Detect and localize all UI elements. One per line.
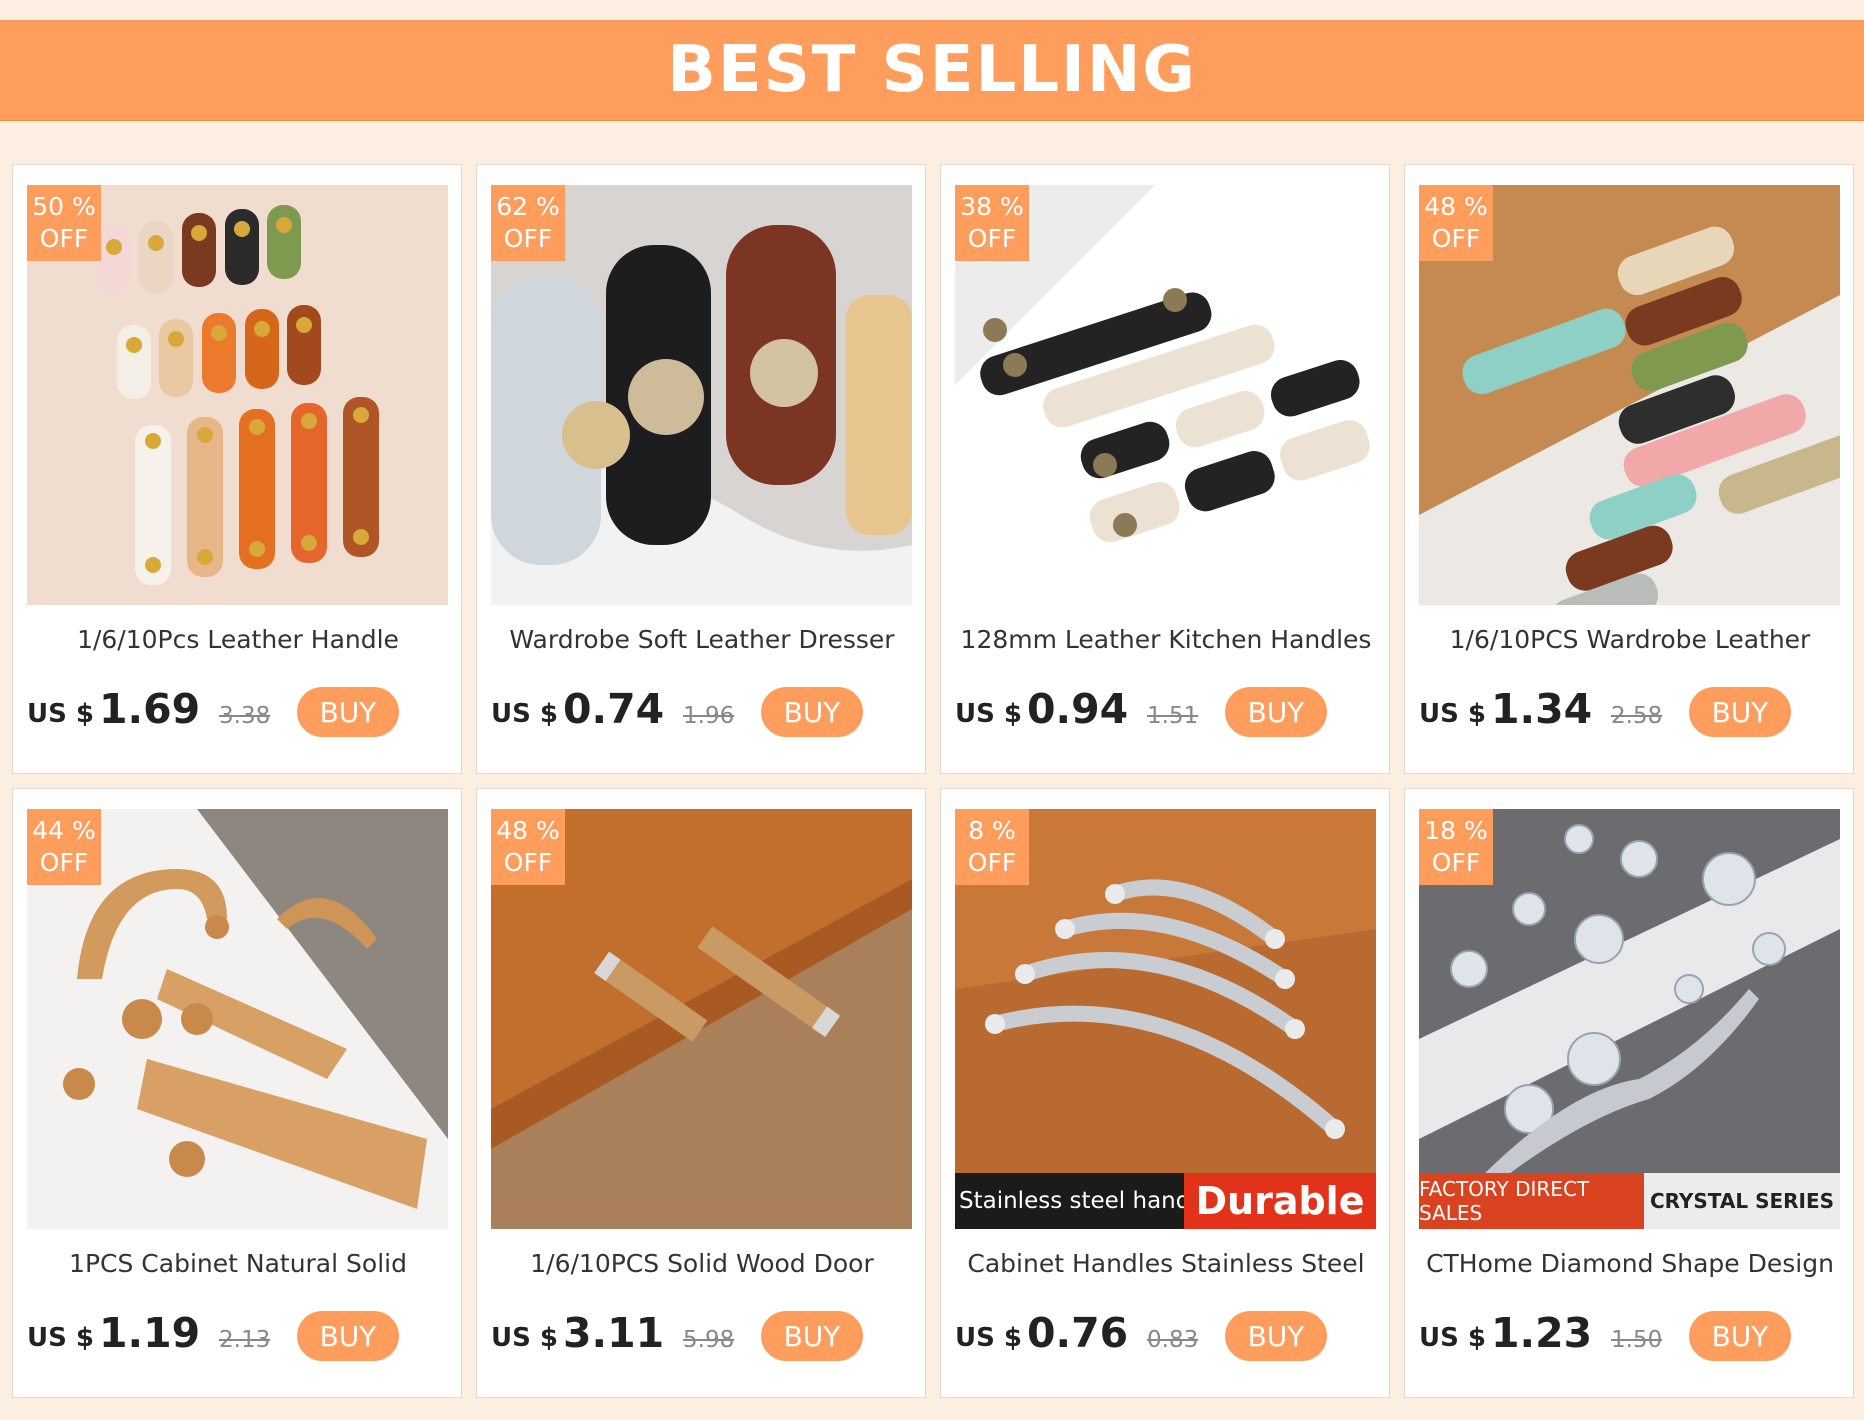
discount-percent: 48 % — [1424, 192, 1488, 221]
discount-badge: 48 % OFF — [491, 809, 565, 885]
sale-price: 0.94 — [1027, 685, 1129, 733]
product-card[interactable]: 62 % OFF Wardrobe Soft Leather Dresser U… — [476, 164, 926, 774]
product-card[interactable]: 44 % OFF 1PCS Cabinet Natural Solid US $… — [12, 788, 462, 1398]
currency-label: US $ — [491, 699, 558, 729]
discount-off-label: OFF — [1431, 224, 1481, 253]
buy-button[interactable]: BUY — [1689, 687, 1791, 737]
buy-button[interactable]: BUY — [1225, 687, 1327, 737]
discount-badge: 62 % OFF — [491, 185, 565, 261]
sale-price: 0.76 — [1027, 1309, 1129, 1357]
original-price: 2.13 — [219, 1327, 271, 1353]
promo-left-text: FACTORY DIRECT SALES — [1419, 1173, 1644, 1229]
currency-label: US $ — [1419, 1323, 1486, 1353]
discount-badge: 38 % OFF — [955, 185, 1029, 261]
discount-off-label: OFF — [39, 848, 89, 877]
product-card[interactable]: 48 % OFF 1/6/10PCS Wardrobe Leather US $… — [1404, 164, 1854, 774]
product-title[interactable]: 1/6/10PCS Solid Wood Door — [477, 1249, 927, 1278]
product-card[interactable]: FACTORY DIRECT SALES CRYSTAL SERIES 18 %… — [1404, 788, 1854, 1398]
discount-off-label: OFF — [39, 224, 89, 253]
currency-label: US $ — [27, 699, 94, 729]
discount-off-label: OFF — [503, 848, 553, 877]
price-row: US $ 1.69 3.38 BUY — [27, 685, 457, 745]
price-row: US $ 1.23 1.50 BUY — [1419, 1309, 1849, 1369]
original-price: 5.98 — [683, 1327, 735, 1353]
currency-label: US $ — [27, 1323, 94, 1353]
product-image[interactable]: FACTORY DIRECT SALES CRYSTAL SERIES 18 %… — [1419, 809, 1840, 1229]
discount-percent: 38 % — [960, 192, 1024, 221]
product-image[interactable]: 62 % OFF — [491, 185, 912, 605]
discount-percent: 8 % — [968, 816, 1016, 845]
product-image[interactable]: 48 % OFF — [491, 809, 912, 1229]
sale-price: 1.34 — [1491, 685, 1593, 733]
product-title[interactable]: 1/6/10PCS Wardrobe Leather — [1405, 625, 1855, 654]
discount-off-label: OFF — [503, 224, 553, 253]
product-image[interactable]: 44 % OFF — [27, 809, 448, 1229]
product-title[interactable]: 128mm Leather Kitchen Handles — [941, 625, 1391, 654]
buy-button[interactable]: BUY — [297, 687, 399, 737]
discount-badge: 50 % OFF — [27, 185, 101, 261]
product-title[interactable]: 1/6/10Pcs Leather Handle — [13, 625, 463, 654]
promo-left-text: Stainless steel handle — [955, 1173, 1211, 1229]
promo-strip: FACTORY DIRECT SALES CRYSTAL SERIES — [1419, 1173, 1840, 1229]
buy-button[interactable]: BUY — [1225, 1311, 1327, 1361]
sale-price: 3.11 — [563, 1309, 665, 1357]
product-image[interactable]: Stainless steel handle Durable 8 % OFF — [955, 809, 1376, 1229]
price-row: US $ 0.76 0.83 BUY — [955, 1309, 1385, 1369]
discount-off-label: OFF — [967, 224, 1017, 253]
discount-badge: 18 % OFF — [1419, 809, 1493, 885]
original-price: 0.83 — [1147, 1327, 1199, 1353]
original-price: 1.50 — [1611, 1327, 1663, 1353]
product-card[interactable]: 50 % OFF 1/6/10Pcs Leather Handle US $ 1… — [12, 164, 462, 774]
original-price: 1.51 — [1147, 703, 1199, 729]
banner-title: BEST SELLING — [667, 33, 1197, 107]
promo-right-text: CRYSTAL SERIES — [1644, 1173, 1840, 1229]
currency-label: US $ — [955, 1323, 1022, 1353]
price-row: US $ 0.94 1.51 BUY — [955, 685, 1385, 745]
sale-price: 1.19 — [99, 1309, 201, 1357]
original-price: 1.96 — [683, 703, 735, 729]
original-price: 3.38 — [219, 703, 271, 729]
discount-percent: 62 % — [496, 192, 560, 221]
currency-label: US $ — [491, 1323, 558, 1353]
sale-price: 1.69 — [99, 685, 201, 733]
promo-right-text: Durable — [1184, 1173, 1376, 1229]
discount-percent: 18 % — [1424, 816, 1488, 845]
discount-badge: 44 % OFF — [27, 809, 101, 885]
discount-percent: 50 % — [32, 192, 96, 221]
original-price: 2.58 — [1611, 703, 1663, 729]
buy-button[interactable]: BUY — [761, 687, 863, 737]
currency-label: US $ — [955, 699, 1022, 729]
buy-button[interactable]: BUY — [297, 1311, 399, 1361]
product-card[interactable]: 38 % OFF 128mm Leather Kitchen Handles U… — [940, 164, 1390, 774]
buy-button[interactable]: BUY — [761, 1311, 863, 1361]
discount-badge: 8 % OFF — [955, 809, 1029, 885]
product-title[interactable]: Wardrobe Soft Leather Dresser — [477, 625, 927, 654]
product-card[interactable]: Stainless steel handle Durable 8 % OFF C… — [940, 788, 1390, 1398]
product-image[interactable]: 48 % OFF — [1419, 185, 1840, 605]
product-card[interactable]: 48 % OFF 1/6/10PCS Solid Wood Door US $ … — [476, 788, 926, 1398]
sale-price: 1.23 — [1491, 1309, 1593, 1357]
price-row: US $ 1.34 2.58 BUY — [1419, 685, 1849, 745]
promo-strip: Stainless steel handle Durable — [955, 1173, 1376, 1229]
currency-label: US $ — [1419, 699, 1486, 729]
discount-off-label: OFF — [967, 848, 1017, 877]
product-image[interactable]: 50 % OFF — [27, 185, 448, 605]
sale-price: 0.74 — [563, 685, 665, 733]
discount-percent: 48 % — [496, 816, 560, 845]
product-title[interactable]: CTHome Diamond Shape Design — [1405, 1249, 1855, 1278]
price-row: US $ 1.19 2.13 BUY — [27, 1309, 457, 1369]
price-row: US $ 3.11 5.98 BUY — [491, 1309, 921, 1369]
product-image[interactable]: 38 % OFF — [955, 185, 1376, 605]
product-title[interactable]: 1PCS Cabinet Natural Solid — [13, 1249, 463, 1278]
product-title[interactable]: Cabinet Handles Stainless Steel — [941, 1249, 1391, 1278]
best-selling-banner: BEST SELLING — [0, 20, 1864, 121]
price-row: US $ 0.74 1.96 BUY — [491, 685, 921, 745]
discount-badge: 48 % OFF — [1419, 185, 1493, 261]
discount-percent: 44 % — [32, 816, 96, 845]
discount-off-label: OFF — [1431, 848, 1481, 877]
product-grid: 50 % OFF 1/6/10Pcs Leather Handle US $ 1… — [12, 164, 1854, 1398]
buy-button[interactable]: BUY — [1689, 1311, 1791, 1361]
